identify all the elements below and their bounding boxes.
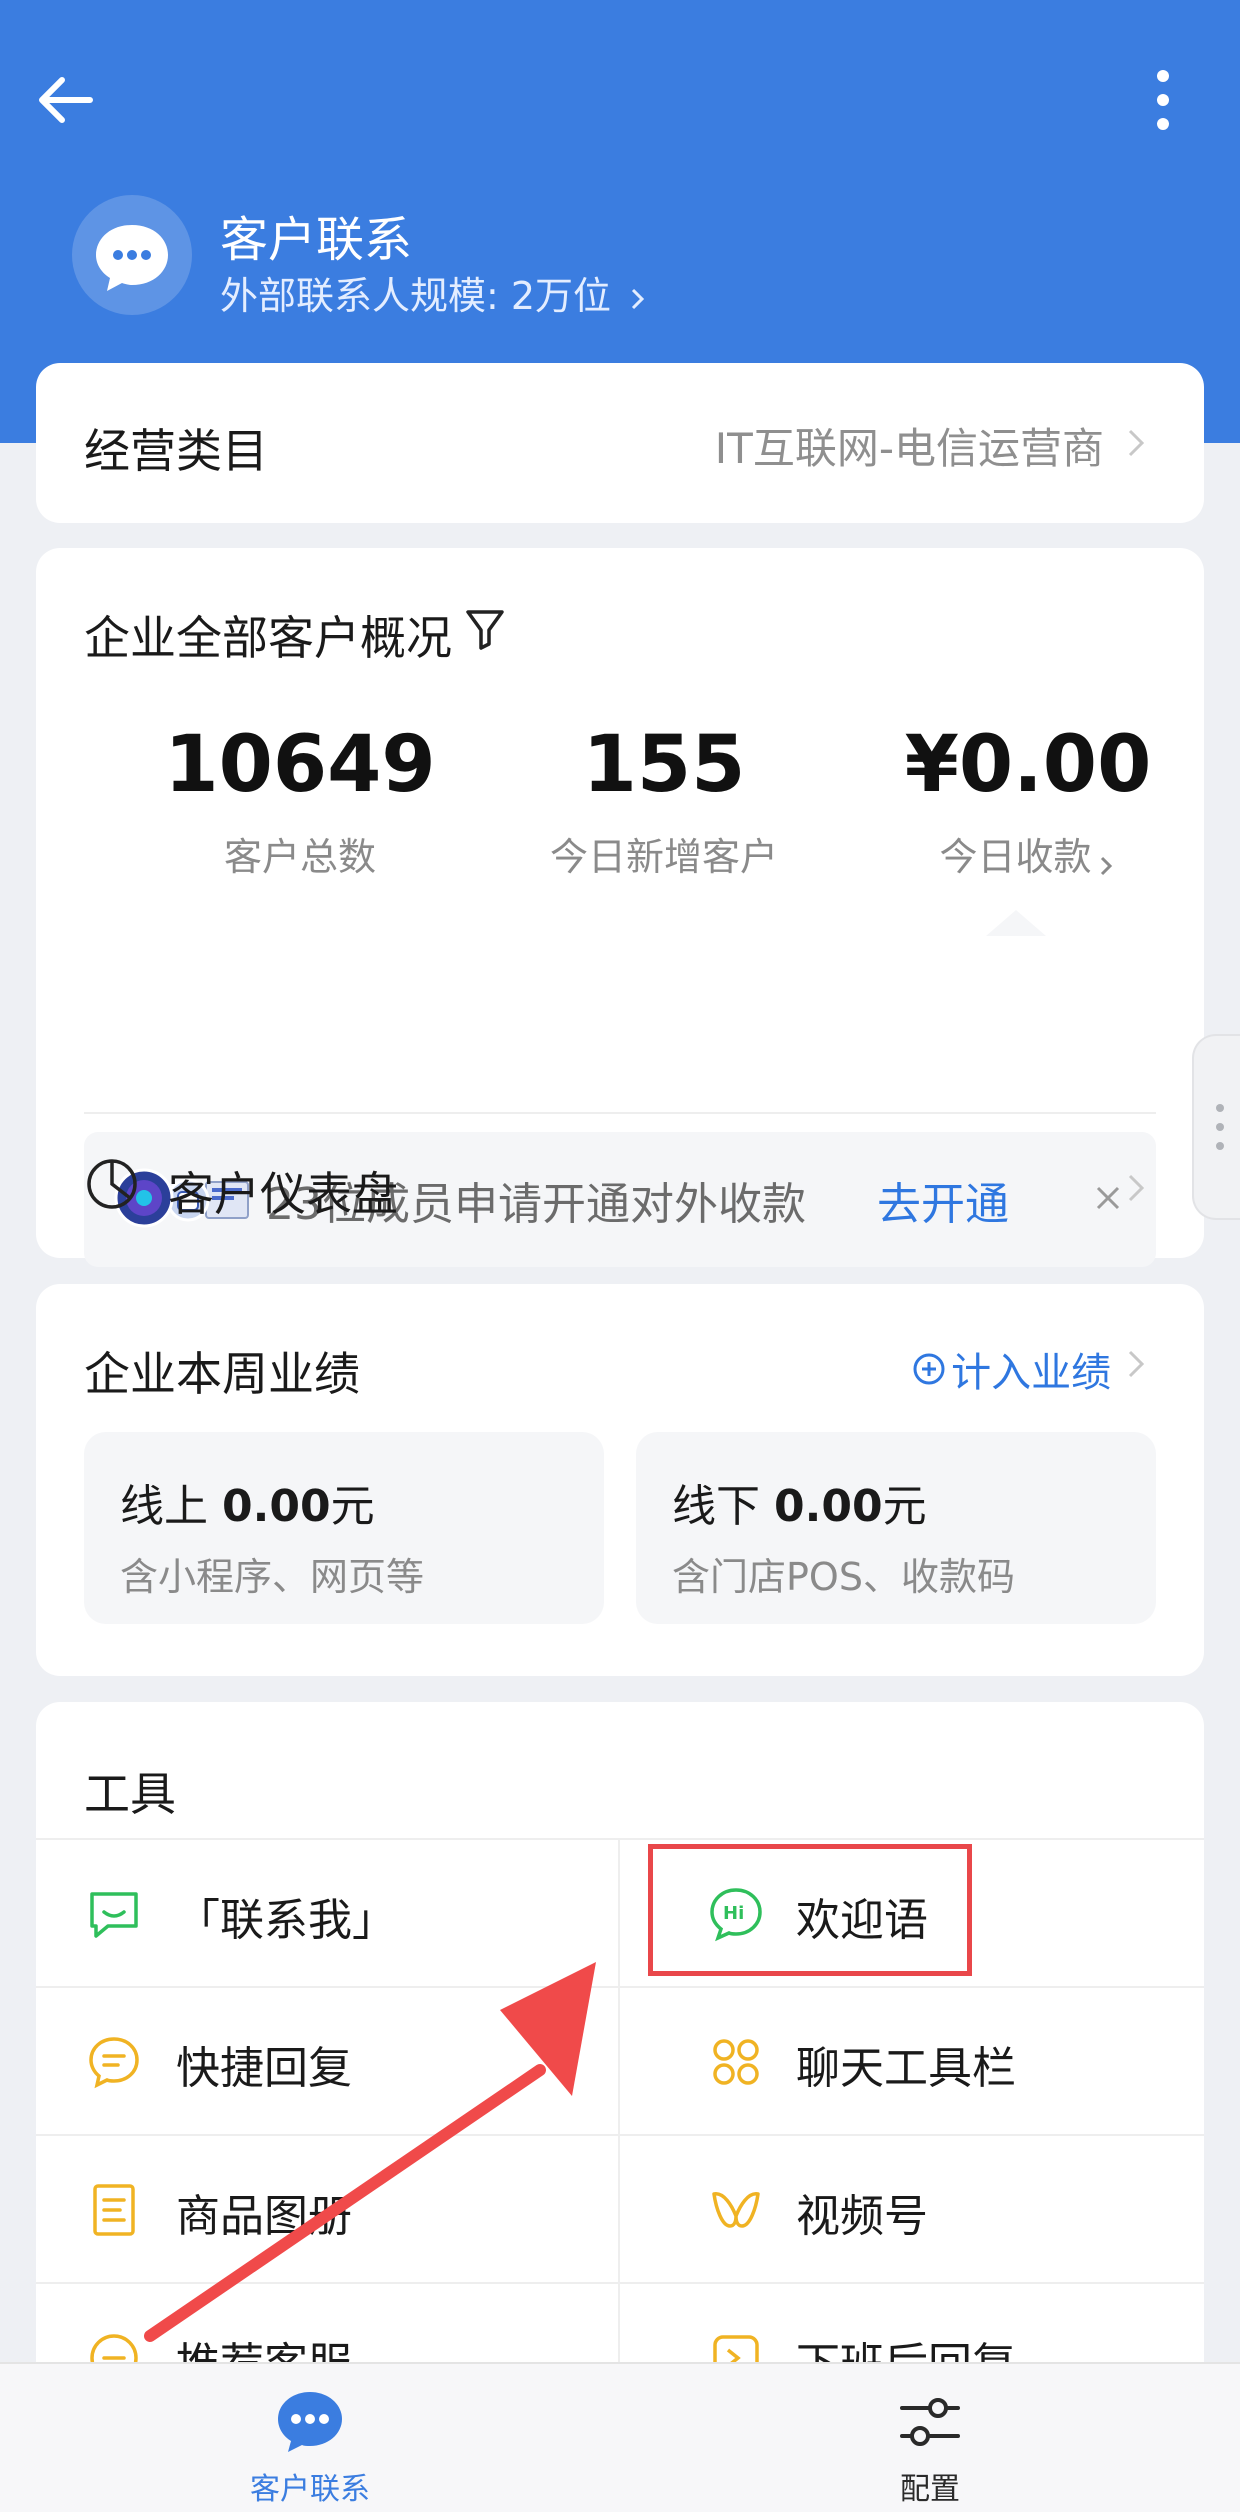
today-payment-link[interactable]: 今日收款: [848, 826, 1208, 881]
more-button[interactable]: [1128, 60, 1198, 140]
online-desc: 含小程序、网页等: [120, 1555, 425, 1599]
tool-label: 聊天工具栏: [796, 2043, 1016, 2094]
nav-customer-contact[interactable]: 客户联系: [210, 2374, 410, 2508]
offline-performance-box: 线下 0.00元 含门店POS、收款码: [636, 1432, 1156, 1624]
add-performance-button[interactable]: 计入业绩: [912, 1340, 1111, 1396]
customer-dashboard-row[interactable]: 客户仪表盘: [36, 1116, 1204, 1258]
drag-dots-icon: [1216, 1104, 1224, 1150]
chat-bubble-icon: [96, 225, 168, 291]
stat-total-customers-label: 客户总数: [223, 835, 376, 879]
tool-label: 「联系我」: [176, 1895, 396, 1946]
offline-desc: 含门店POS、收款码: [672, 1555, 1015, 1599]
divider: [84, 1112, 1156, 1114]
chat-bubble-icon: [278, 2392, 342, 2452]
sliders-icon: [900, 2398, 960, 2446]
tool-quick-reply[interactable]: 快捷回复: [36, 1988, 618, 2136]
chevron-right-icon: [1128, 1350, 1145, 1378]
overview-card: 企业全部客户概况 10649 客户总数 155 今日新增客户 ¥0.00 今日收…: [36, 548, 1204, 1267]
filter-icon[interactable]: [462, 604, 508, 654]
tool-label: 商品图册: [176, 2191, 352, 2242]
offline-prefix: 线下: [672, 1481, 774, 1532]
tool-label: 视频号: [796, 2191, 928, 2242]
tool-chat-toolbar[interactable]: 聊天工具栏: [620, 1988, 1204, 2136]
stat-today-payment-label: 今日收款: [939, 835, 1092, 879]
stat-today-payment: ¥0.00: [904, 720, 1152, 810]
stat-total-customers: 10649: [164, 720, 436, 810]
product-album-icon: [93, 2184, 135, 2236]
tools-card: 工具 「联系我」 Hi 欢迎语 快捷回复 聊天工具栏 商品图册 视频号: [36, 1702, 1204, 2438]
online-prefix: 线上: [120, 1481, 222, 1532]
offline-amount: 0.00: [774, 1481, 883, 1532]
tools-title: 工具: [84, 1767, 176, 1821]
online-unit: 元: [330, 1481, 375, 1532]
contact-me-icon: [90, 1892, 138, 1938]
add-performance-label: 计入业绩: [951, 1350, 1112, 1396]
tool-contact-me[interactable]: 「联系我」: [36, 1840, 618, 1988]
tool-product-album[interactable]: 商品图册: [36, 2136, 618, 2284]
customer-dashboard-label: 客户仪表盘: [168, 1167, 398, 1221]
chevron-right-icon: [1128, 429, 1145, 457]
business-category-card[interactable]: 经营类目 IT互联网-电信运营商: [36, 363, 1204, 523]
more-vertical-icon: [1157, 70, 1169, 130]
app-avatar: [72, 195, 192, 315]
page-title: 客户联系: [220, 212, 413, 268]
offline-performance: 线下 0.00元: [672, 1470, 927, 1534]
chevron-right-icon: [1100, 856, 1112, 875]
notice-pointer: [986, 910, 1046, 936]
back-button[interactable]: [28, 60, 108, 140]
performance-title: 企业本周业绩: [84, 1347, 360, 1401]
business-category-label: 经营类目: [84, 424, 268, 478]
overview-title: 企业全部客户概况: [84, 611, 452, 665]
nav-settings[interactable]: 配置: [830, 2374, 1030, 2508]
chevron-right-icon: [1128, 1174, 1145, 1202]
online-performance-box: 线上 0.00元 含小程序、网页等: [84, 1432, 604, 1624]
pie-chart-icon: [87, 1159, 137, 1209]
channels-icon: [712, 2192, 760, 2228]
quick-reply-icon: [89, 2037, 139, 2089]
arrow-left-icon: [39, 77, 93, 123]
nav-label: 配置: [900, 2472, 960, 2507]
online-performance: 线上 0.00元: [120, 1470, 375, 1534]
contact-scale-link[interactable]: 外部联系人规模: 2万位: [220, 265, 649, 320]
online-amount: 0.00: [222, 1481, 331, 1532]
tool-label: 快捷回复: [176, 2043, 352, 2094]
performance-card: 企业本周业绩 计入业绩 线上 0.00元 含小程序、网页等 线下 0.00元 含…: [36, 1284, 1204, 1676]
tool-channels[interactable]: 视频号: [620, 2136, 1204, 2284]
business-category-value: IT互联网-电信运营商: [714, 424, 1104, 473]
stat-new-customers: 155: [582, 720, 746, 810]
contact-scale-text: 外部联系人规模: 2万位: [220, 274, 612, 318]
chat-toolbar-icon: [713, 2039, 759, 2085]
bottom-nav: 客户联系 配置: [0, 2362, 1240, 2512]
chevron-right-icon: [632, 288, 645, 309]
stat-new-customers-label: 今日新增客户: [549, 835, 778, 879]
add-circle-icon: [913, 1353, 945, 1385]
side-drag-handle[interactable]: [1192, 1034, 1240, 1220]
offline-unit: 元: [882, 1481, 927, 1532]
highlight-box: [648, 1844, 972, 1976]
nav-label: 客户联系: [250, 2472, 370, 2507]
